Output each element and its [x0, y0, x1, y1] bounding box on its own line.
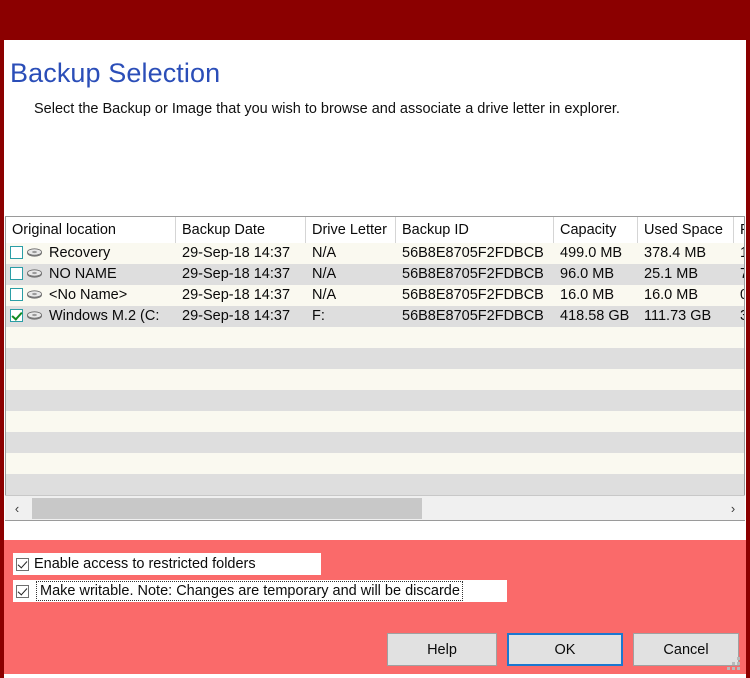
content-spacer: [4, 521, 746, 540]
drive-icon: [27, 244, 42, 257]
option-enable-restricted-folders-label: Enable access to restricted folders: [34, 556, 256, 572]
row-capacity-cell: 96.0 MB: [560, 266, 614, 282]
row-backup-date-cell: 29-Sep-18 14:37: [182, 308, 291, 324]
column-header-f[interactable]: F: [734, 217, 744, 243]
table-header-row[interactable]: Original location Backup Date Drive Letter…: [6, 217, 744, 243]
row-used-space-cell: 378.4 MB: [644, 245, 707, 261]
row-original-location-label: <No Name>: [49, 287, 128, 303]
row-capacity-cell: 499.0 MB: [560, 245, 623, 261]
option-make-writable[interactable]: Make writable. Note: Changes are tempora…: [13, 580, 507, 602]
scroll-right-arrow-icon[interactable]: ›: [721, 496, 745, 520]
row-used-space-cell: 16.0 MB: [644, 287, 698, 303]
window-chrome-top: [0, 0, 750, 40]
row-drive-letter-cell: F:: [312, 308, 325, 324]
table-empty-row: [6, 432, 744, 453]
resize-grip-icon[interactable]: [726, 656, 740, 670]
table-empty-row: [6, 411, 744, 432]
row-backup-date-cell: 29-Sep-18 14:37: [182, 266, 291, 282]
row-free-cell: 0: [734, 285, 744, 306]
row-backup-date-cell: 29-Sep-18 14:37: [182, 245, 291, 261]
row-drive-letter-cell: N/A: [312, 287, 337, 303]
row-free-cell: 1: [734, 243, 744, 264]
page-title: Backup Selection: [10, 58, 221, 88]
scroll-left-arrow-icon[interactable]: ‹: [5, 496, 29, 520]
table-empty-row: [6, 369, 744, 390]
horizontal-scrollbar[interactable]: ‹ ›: [5, 495, 745, 520]
row-capacity-cell: 16.0 MB: [560, 287, 614, 303]
row-name-cell: Recovery: [6, 243, 176, 264]
checkbox-enable-restricted-folders-icon[interactable]: [16, 557, 29, 571]
ok-button[interactable]: OK: [507, 633, 623, 666]
row-used-space-cell: 111.73 GB: [644, 308, 712, 324]
row-backup-id-cell: 56B8E8705F2FDBCB: [402, 266, 544, 282]
checkbox-unchecked-icon[interactable]: [10, 246, 23, 259]
page-subtitle: Select the Backup or Image that you wish…: [34, 101, 620, 117]
table-empty-row: [6, 474, 744, 495]
table-row[interactable]: Recovery 29-Sep-18 14:37 N/A 56B8E8705F2FDB…: [6, 243, 744, 264]
column-header-capacity[interactable]: Capacity: [554, 217, 638, 243]
row-backup-id-cell: 56B8E8705F2FDBCB: [402, 287, 544, 303]
option-enable-restricted-folders[interactable]: Enable access to restricted folders: [13, 553, 321, 575]
checkbox-unchecked-icon[interactable]: [10, 267, 23, 280]
backup-selection-dialog: Backup Selection Select the Backup or Im…: [0, 0, 750, 678]
options-and-actions-band: Enable access to restricted folders Make…: [4, 540, 746, 674]
checkbox-checked-icon[interactable]: [10, 309, 23, 322]
drive-icon: [27, 286, 42, 299]
table-body[interactable]: Recovery 29-Sep-18 14:37 N/A 56B8E8705F2FDB…: [6, 243, 744, 495]
row-name-cell: <No Name>: [6, 285, 176, 306]
row-backup-id-cell: 56B8E8705F2FDBCB: [402, 308, 544, 324]
row-original-location-label: NO NAME: [49, 266, 117, 282]
row-original-location-label: Recovery: [49, 245, 111, 261]
help-button[interactable]: Help: [387, 633, 497, 666]
table-empty-row: [6, 348, 744, 369]
column-header-backup-date[interactable]: Backup Date: [176, 217, 306, 243]
table-empty-row: [6, 453, 744, 474]
row-name-cell: Windows M.2 (C:: [6, 306, 176, 327]
cancel-button[interactable]: Cancel: [633, 633, 739, 666]
row-backup-id-cell: 56B8E8705F2FDBCB: [402, 245, 544, 261]
row-free-cell: 3: [734, 306, 744, 327]
row-original-location-label: Windows M.2 (C:: [49, 308, 160, 324]
checkbox-unchecked-icon[interactable]: [10, 288, 23, 301]
row-name-cell: NO NAME: [6, 264, 176, 285]
backup-list-view[interactable]: Original location Backup Date Drive Letter…: [5, 216, 745, 521]
row-backup-date-cell: 29-Sep-18 14:37: [182, 287, 291, 303]
window-chrome-right: [746, 40, 750, 678]
checkbox-make-writable-icon[interactable]: [16, 584, 29, 598]
row-free-cell: 7: [734, 264, 744, 285]
table-row[interactable]: Windows M.2 (C: 29-Sep-18 14:37 F: 56B8E870…: [6, 306, 744, 327]
table-row[interactable]: <No Name> 29-Sep-18 14:37 N/A 56B8E8705F2FD…: [6, 285, 744, 306]
drive-icon: [27, 265, 42, 278]
column-header-backup-id[interactable]: Backup ID: [396, 217, 554, 243]
column-header-original-location[interactable]: Original location: [6, 217, 176, 243]
row-used-space-cell: 25.1 MB: [644, 266, 698, 282]
option-make-writable-label: Make writable. Note: Changes are tempora…: [36, 581, 463, 601]
header-area: Backup Selection Select the Backup or Im…: [4, 40, 746, 216]
table-row[interactable]: NO NAME 29-Sep-18 14:37 N/A 56B8E8705F2FDBC…: [6, 264, 744, 285]
table-empty-row: [6, 390, 744, 411]
row-drive-letter-cell: N/A: [312, 266, 337, 282]
row-drive-letter-cell: N/A: [312, 245, 337, 261]
table-empty-row: [6, 327, 744, 348]
column-header-drive-letter[interactable]: Drive Letter: [306, 217, 396, 243]
drive-icon: [27, 307, 42, 320]
row-capacity-cell: 418.58 GB: [560, 308, 630, 324]
column-header-used-space[interactable]: Used Space: [638, 217, 734, 243]
scrollbar-thumb[interactable]: [32, 497, 422, 519]
scrollbar-track[interactable]: [29, 496, 721, 520]
